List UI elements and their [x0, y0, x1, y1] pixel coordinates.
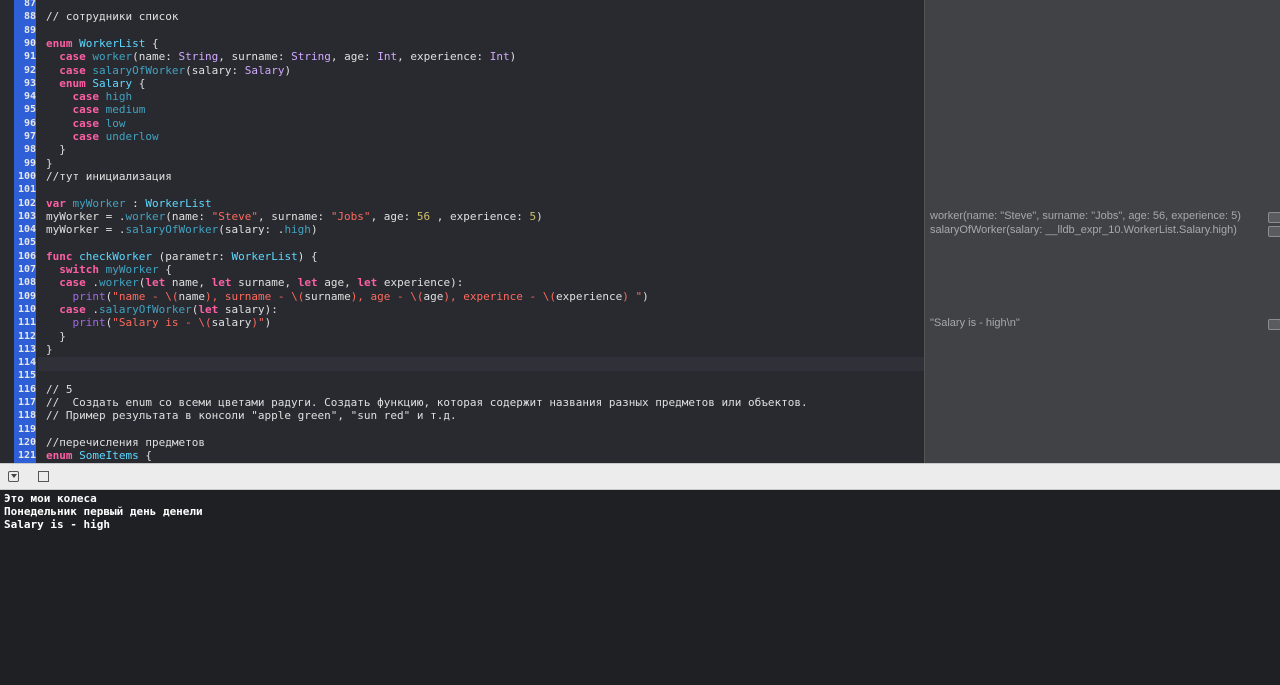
line-number: 121 — [17, 450, 36, 462]
console-toggle-button[interactable] — [38, 471, 49, 482]
quick-look-icon[interactable] — [1268, 212, 1280, 224]
code-line-90: enum WorkerList { — [46, 36, 159, 50]
line-number: 113 — [17, 343, 36, 355]
line-number: 112 — [17, 330, 36, 342]
code-line-92: case salaryOfWorker(salary: Salary) — [59, 63, 292, 77]
code-line-103: myWorker = .worker(name: "Steve", surnam… — [46, 209, 543, 223]
code-line-111: print("Salary is - \(salary)") — [72, 316, 272, 330]
line-number: 120 — [17, 436, 36, 448]
line-number: 98 — [23, 144, 36, 156]
code-line-108: case .worker(let name, let surname, let … — [59, 276, 464, 290]
results-sidebar: worker(name: "Steve", surname: "Jobs", a… — [924, 0, 1280, 463]
line-number: 109 — [17, 290, 36, 302]
line-number: 87 — [23, 0, 36, 9]
line-number: 91 — [23, 51, 36, 63]
line-number: 97 — [23, 131, 36, 142]
line-number: 101 — [17, 184, 36, 196]
line-number: 88 — [23, 11, 36, 23]
code-line-110: case .salaryOfWorker(let salary): — [59, 302, 278, 316]
line-number: 110 — [17, 303, 36, 315]
quick-look-icon[interactable] — [1268, 318, 1280, 330]
code-line-96: case low — [72, 116, 126, 130]
line-number: 118 — [17, 410, 36, 422]
quick-look-icon[interactable] — [1268, 225, 1280, 237]
line-number: 95 — [23, 104, 36, 116]
code-line-95: case medium — [72, 103, 146, 117]
code-line-118: // Пример результата в консоли "apple gr… — [46, 409, 457, 423]
console-output[interactable]: Это мои колеса Понедельник первый день д… — [0, 490, 1280, 685]
code-line-100: //тут инициализация — [46, 169, 172, 183]
current-line-highlight — [38, 357, 924, 371]
code-line-106: func checkWorker (parametr: WorkerList) … — [46, 249, 318, 263]
line-number: 116 — [17, 383, 36, 395]
code-line-93: enum Salary { — [59, 76, 146, 90]
line-number: 106 — [17, 250, 36, 262]
line-number: 89 — [23, 24, 36, 36]
line-number: 105 — [17, 237, 36, 249]
code-line-88: // сотрудники список — [46, 10, 179, 24]
line-number: 115 — [17, 370, 36, 382]
code-line-107: switch myWorker { — [59, 263, 172, 276]
line-number: 90 — [23, 37, 36, 49]
line-number: 99 — [23, 157, 36, 169]
code-line-116: // 5 — [46, 382, 73, 396]
code-editor[interactable]: // сотрудники список enum WorkerList { c… — [38, 0, 924, 463]
line-number: 111 — [17, 317, 36, 329]
line-number: 117 — [17, 397, 36, 408]
hide-debug-area-button[interactable] — [8, 471, 19, 482]
line-number: 103 — [17, 210, 36, 222]
line-number: 104 — [17, 224, 36, 236]
result-line-111[interactable]: "Salary is - high\n" — [930, 317, 1020, 329]
line-number: 92 — [23, 64, 36, 76]
code-line-109: print("name - \(name), surname - \(surna… — [72, 289, 649, 303]
playground-window: 87 88 89 90 91 92 93 94 95 96 97 98 99 100 101 102 103 10… — [0, 0, 1280, 685]
line-number: 114 — [17, 357, 36, 369]
line-number: 107 — [17, 264, 36, 275]
console-line: Понедельник первый день денели — [4, 505, 203, 518]
code-line-91: case worker(name: String, surname: Strin… — [59, 50, 517, 64]
line-number: 93 — [23, 77, 36, 89]
code-line-102: var myWorker : WorkerList — [46, 196, 212, 210]
code-line-117: // Создать enum со всеми цветами радуги.… — [46, 396, 808, 409]
line-number: 102 — [17, 197, 36, 209]
code-line-97: case underlow — [72, 130, 159, 143]
line-number: 100 — [17, 170, 36, 182]
code-line-121: enum SomeItems { — [46, 449, 152, 463]
line-number: 108 — [17, 277, 36, 289]
code-line-112: } — [59, 329, 66, 343]
line-number: 119 — [17, 423, 36, 435]
console-line: Salary is - high — [4, 518, 110, 531]
code-line-113: } — [46, 342, 53, 356]
debug-toolbar — [0, 463, 1280, 490]
line-number: 94 — [23, 91, 36, 103]
result-line-103[interactable]: worker(name: "Steve", surname: "Jobs", a… — [930, 210, 1241, 222]
code-line-98: } — [59, 143, 66, 157]
code-line-104: myWorker = .salaryOfWorker(salary: .high… — [46, 223, 318, 237]
code-line-94: case high — [72, 90, 133, 104]
result-line-104[interactable]: salaryOfWorker(salary: __lldb_expr_10.Wo… — [930, 224, 1237, 236]
line-number: 96 — [23, 117, 36, 129]
console-line: Это мои колеса — [4, 492, 97, 505]
code-line-99: } — [46, 156, 53, 170]
line-number-gutter: 87 88 89 90 91 92 93 94 95 96 97 98 99 100 101 102 103 10… — [0, 0, 38, 463]
code-line-120: //перечисления предметов — [46, 435, 205, 449]
